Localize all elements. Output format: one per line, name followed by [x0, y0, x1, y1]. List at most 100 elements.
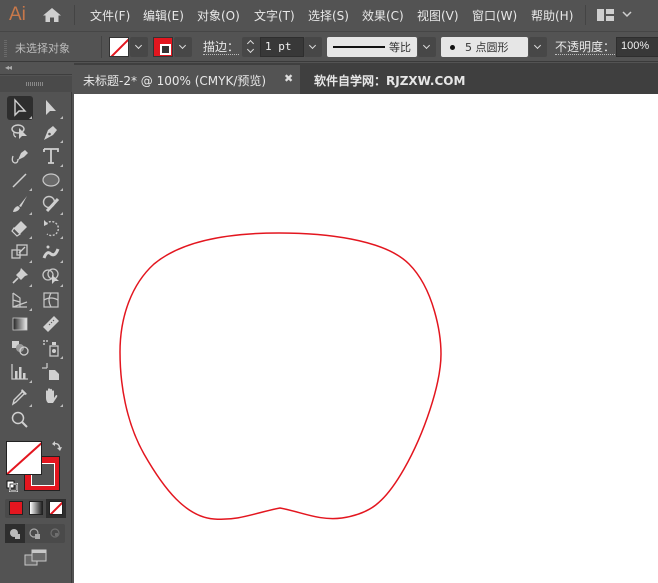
ruler-icon: [43, 316, 59, 332]
puppet-warp-tool[interactable]: [38, 240, 64, 264]
draw-mode-row: [5, 524, 65, 543]
color-mode-button[interactable]: [9, 501, 23, 515]
opacity-label[interactable]: 不透明度：: [555, 40, 616, 55]
brush-definition[interactable]: 5 点圆形: [441, 37, 528, 57]
menu-type[interactable]: 文字(T): [254, 7, 295, 24]
blend-tool[interactable]: [7, 336, 33, 360]
document-tab-bar: 未标题-2* @ 100% (CMYK/预览) ✖ 软件自学网：RJZXW.CO…: [74, 63, 658, 94]
draw-inside-button[interactable]: [45, 524, 65, 543]
puppet-warp-icon: [42, 245, 60, 259]
apple-shape-path[interactable]: [119, 232, 442, 521]
direct-selection-tool[interactable]: [38, 96, 64, 120]
shaper-icon: [42, 195, 60, 213]
brush-label: 5 点圆形: [465, 41, 509, 54]
column-graph-icon: [11, 364, 28, 380]
chevron-down-icon[interactable]: [622, 10, 632, 18]
stroke-swatch[interactable]: [153, 37, 173, 57]
gradient-mode-button[interactable]: [29, 501, 43, 515]
mesh-tool[interactable]: [38, 288, 64, 312]
home-icon[interactable]: [42, 7, 62, 23]
shape-builder-icon: [42, 268, 59, 284]
gradient-tool[interactable]: [7, 312, 33, 336]
type-tool[interactable]: [38, 144, 64, 168]
fill-color-box[interactable]: [6, 441, 42, 475]
shaper-tool[interactable]: [38, 192, 64, 216]
perspective-grid-icon: [12, 292, 28, 308]
fill-dropdown[interactable]: [130, 37, 148, 57]
curvature-pen-icon: [11, 150, 28, 164]
app-logo: Ai: [9, 4, 26, 25]
scale-tool[interactable]: [7, 240, 33, 264]
selection-status: 未选择对象: [15, 42, 70, 55]
artboard-icon: [42, 363, 59, 380]
hand-icon: [46, 388, 58, 403]
stroke-weight-dropdown[interactable]: [304, 37, 322, 57]
line-segment-tool[interactable]: [7, 168, 33, 192]
stroke-weight-input[interactable]: 1 pt: [260, 37, 304, 57]
ellipse-tool[interactable]: [38, 168, 64, 192]
menu-edit[interactable]: 编辑(E): [143, 7, 184, 24]
curvature-tool[interactable]: [7, 144, 33, 168]
perspective-grid-tool[interactable]: [7, 288, 33, 312]
rotate-tool[interactable]: [38, 216, 64, 240]
zoom-tool[interactable]: [7, 408, 33, 432]
panel-collapse-bar[interactable]: ◂◂: [0, 63, 72, 75]
pen-tool[interactable]: [38, 120, 64, 144]
selection-arrow-icon: [14, 98, 27, 117]
opacity-input[interactable]: 100%: [616, 37, 658, 57]
variable-width-profile[interactable]: 等比: [327, 37, 417, 57]
menu-window[interactable]: 窗口(W): [472, 7, 517, 24]
stroke-label[interactable]: 描边：: [203, 40, 240, 55]
selection-tool[interactable]: [7, 96, 33, 120]
workspace-layout-icon[interactable]: [597, 9, 614, 21]
fill-swatch[interactable]: [109, 37, 129, 57]
menu-object[interactable]: 对象(O): [197, 7, 240, 24]
column-graph-tool[interactable]: [7, 360, 33, 384]
symbol-sprayer-tool[interactable]: [38, 336, 64, 360]
artboard-canvas[interactable]: [74, 94, 658, 583]
pin-tool[interactable]: [7, 264, 33, 288]
artboard-tool[interactable]: [38, 360, 64, 384]
pen-nib-icon: [44, 126, 57, 140]
collapse-chevron-icon[interactable]: ◂◂: [5, 63, 12, 72]
profile-label: 等比: [389, 41, 411, 54]
draw-behind-button[interactable]: [25, 524, 45, 543]
close-icon[interactable]: ✖: [284, 72, 293, 85]
stroke-weight-stepper[interactable]: [242, 37, 260, 57]
measure-tool[interactable]: [38, 312, 64, 336]
draw-normal-button[interactable]: [5, 524, 25, 543]
mesh-icon: [43, 292, 59, 308]
screen-mode-icon[interactable]: [24, 549, 48, 567]
hand-tool[interactable]: [38, 384, 64, 408]
default-fill-stroke-icon[interactable]: [6, 480, 18, 492]
eraser-tool[interactable]: [7, 216, 33, 240]
panel-grip[interactable]: [4, 40, 7, 57]
type-t-icon: [43, 148, 59, 164]
rotate-icon: [44, 220, 60, 237]
draw-behind-icon: [29, 528, 40, 539]
eyedropper-tool[interactable]: [7, 384, 33, 408]
shape-builder-tool[interactable]: [38, 264, 64, 288]
control-bar: 未选择对象 描边： 1 pt 等比 5 点圆形 不透明度： 100%: [0, 31, 658, 62]
menu-view[interactable]: 视图(V): [417, 7, 459, 24]
menu-file[interactable]: 文件(F): [90, 7, 130, 24]
menu-help[interactable]: 帮助(H): [531, 7, 573, 24]
pin-icon: [12, 268, 28, 284]
draw-normal-icon: [10, 529, 20, 539]
menu-effect[interactable]: 效果(C): [362, 7, 404, 24]
tools-panel-grip[interactable]: [0, 76, 72, 92]
swap-fill-stroke-icon[interactable]: [51, 440, 63, 452]
paintbrush-tool[interactable]: [7, 192, 33, 216]
stroke-dropdown[interactable]: [174, 37, 192, 57]
gradient-icon: [12, 317, 28, 331]
color-mode-row: [5, 499, 66, 518]
profile-dropdown[interactable]: [418, 37, 436, 57]
paintbrush-icon: [13, 196, 27, 212]
menu-select[interactable]: 选择(S): [308, 7, 349, 24]
none-mode-button[interactable]: [49, 501, 63, 515]
draw-inside-icon: [50, 528, 60, 538]
tab-inactive-document[interactable]: 软件自学网：RJZXW.COM: [314, 72, 465, 89]
lasso-tool[interactable]: [7, 120, 33, 144]
tab-active-document[interactable]: 未标题-2* @ 100% (CMYK/预览) ✖: [74, 65, 300, 94]
brush-dropdown[interactable]: [529, 37, 547, 57]
